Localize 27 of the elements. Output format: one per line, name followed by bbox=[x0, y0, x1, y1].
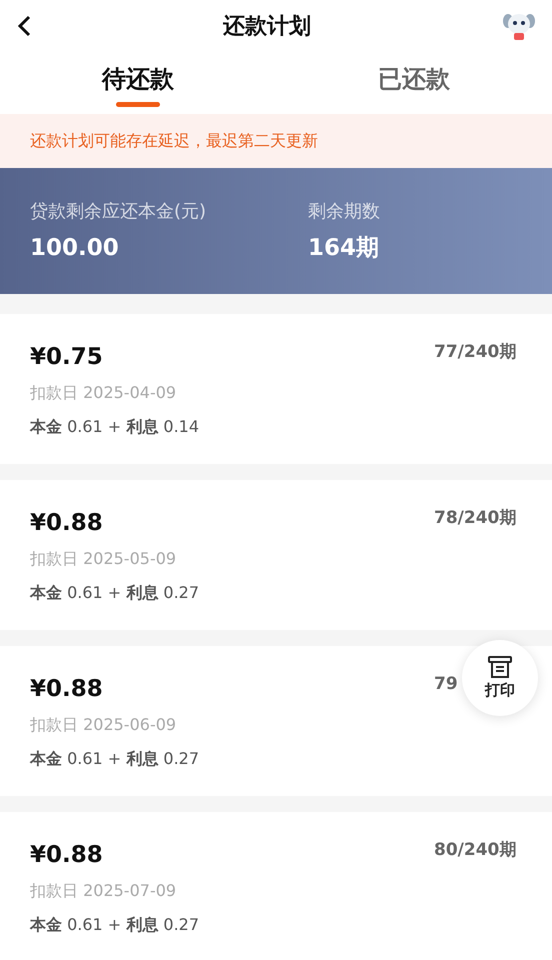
notice-banner: 还款计划可能存在延迟，最迟第二天更新 bbox=[0, 114, 552, 168]
back-icon[interactable] bbox=[16, 14, 32, 38]
dog-icon[interactable] bbox=[502, 11, 536, 41]
period-count: 77/240期 bbox=[434, 342, 516, 362]
principal-interest-breakdown: 本金 0.61 + 利息 0.27 bbox=[30, 914, 200, 934]
installment-amount: ¥0.88 bbox=[30, 841, 103, 870]
period-count: 80/240期 bbox=[434, 840, 516, 860]
printer-icon bbox=[487, 654, 513, 679]
debit-date: 扣款日 2025-04-09 bbox=[30, 382, 176, 402]
installment-amount: ¥0.88 bbox=[30, 675, 103, 704]
principal-interest-breakdown: 本金 0.61 + 利息 0.27 bbox=[30, 582, 200, 602]
summary-label: 贷款剩余应还本金(元) bbox=[30, 200, 208, 224]
period-count: 78/240期 bbox=[434, 508, 516, 528]
summary-value: 164期 bbox=[308, 234, 380, 263]
summary-value: 100.00 bbox=[30, 234, 120, 263]
installment-amount: ¥0.75 bbox=[30, 343, 103, 372]
page-title: 还款计划 bbox=[223, 12, 311, 40]
debit-date: 扣款日 2025-06-09 bbox=[30, 714, 176, 734]
debit-date: 扣款日 2025-07-09 bbox=[30, 880, 176, 900]
tab[interactable]: 已还款 bbox=[372, 57, 456, 109]
period-count: 79 bbox=[434, 674, 458, 694]
summary-label: 剩余期数 bbox=[308, 200, 380, 224]
tab[interactable]: 待还款 bbox=[96, 57, 180, 109]
principal-interest-breakdown: 本金 0.61 + 利息 0.27 bbox=[30, 748, 200, 768]
installment-amount: ¥0.88 bbox=[30, 509, 103, 538]
debit-date: 扣款日 2025-05-09 bbox=[30, 548, 176, 568]
principal-interest-breakdown: 本金 0.61 + 利息 0.14 bbox=[30, 416, 200, 436]
